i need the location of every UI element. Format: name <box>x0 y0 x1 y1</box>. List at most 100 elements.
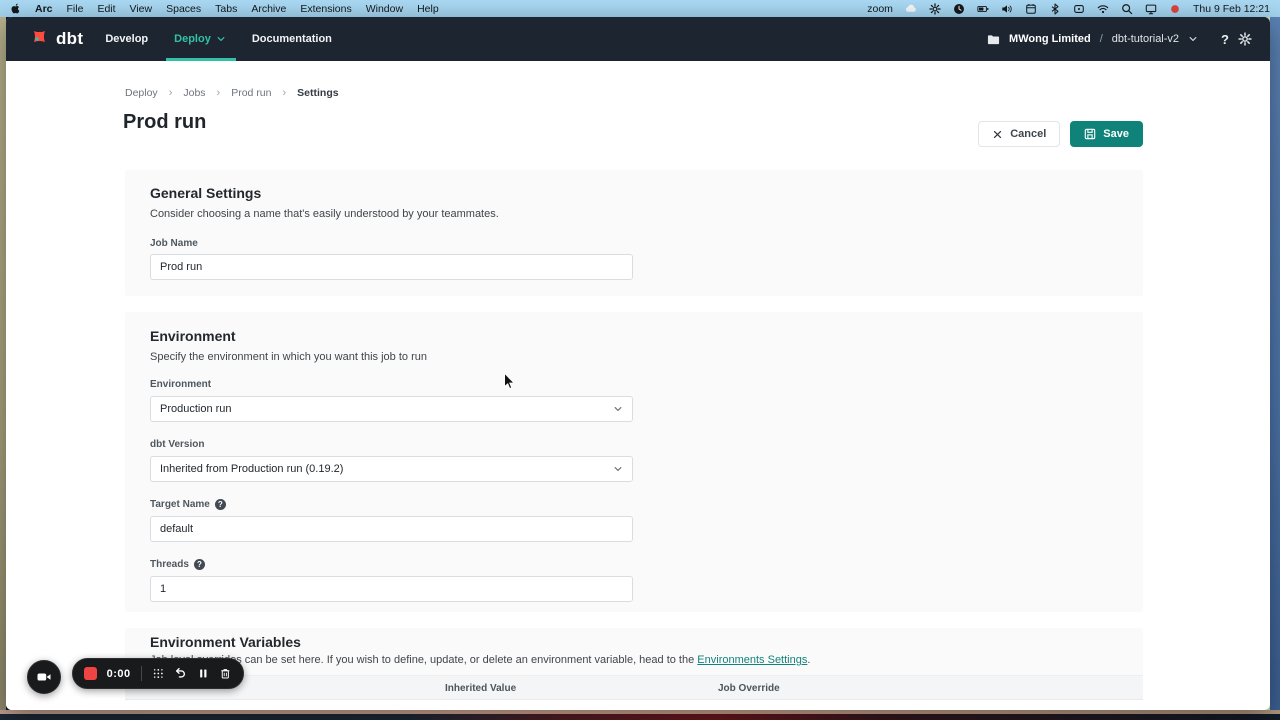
nav-item-develop[interactable]: Develop <box>105 17 148 61</box>
record-dot-icon[interactable] <box>1169 3 1181 15</box>
cancel-button[interactable]: Cancel <box>978 121 1060 147</box>
mouse-cursor <box>503 372 516 391</box>
pause-icon[interactable] <box>197 667 210 680</box>
drag-handle-icon[interactable] <box>152 667 165 680</box>
environment-variables-card: Environment Variables Job level override… <box>125 628 1143 710</box>
threads-label: Threads ? <box>150 559 205 570</box>
browser-window: dbt Develop Deploy Documentation MWong L… <box>6 17 1270 710</box>
menubar-app-name[interactable]: Arc <box>35 3 53 15</box>
menubar-item-edit[interactable]: Edit <box>97 3 115 15</box>
gear-icon[interactable] <box>929 3 941 15</box>
job-name-input[interactable]: Prod run <box>150 254 633 280</box>
menubar-item-help[interactable]: Help <box>417 3 439 15</box>
wifi-icon[interactable] <box>1097 3 1109 15</box>
header-actions: Cancel Save <box>978 121 1143 147</box>
chevron-down-icon[interactable] <box>1188 34 1198 44</box>
page-content: Deploy › Jobs › Prod run › Settings Prod… <box>6 61 1270 710</box>
recording-timer: 0:00 <box>107 668 131 680</box>
breadcrumb-chevron-icon: › <box>169 87 173 99</box>
dbt-version-select[interactable]: Inherited from Production run (0.19.2) <box>150 456 633 482</box>
environment-select-value: Production run <box>160 403 232 415</box>
threads-value: 1 <box>160 583 166 595</box>
breadcrumb: Deploy › Jobs › Prod run › Settings <box>125 87 339 99</box>
help-menu-button[interactable]: ? <box>1221 32 1229 47</box>
display-icon[interactable] <box>1145 3 1157 15</box>
menubar-item-window[interactable]: Window <box>366 3 403 15</box>
job-name-value: Prod run <box>160 261 202 273</box>
video-camera-icon <box>37 670 51 684</box>
chevron-down-icon <box>216 34 226 44</box>
settings-gear-icon[interactable] <box>1238 32 1252 46</box>
general-settings-card: General Settings Consider choosing a nam… <box>125 170 1143 296</box>
nav-item-documentation-label: Documentation <box>252 33 332 45</box>
environment-variables-title: Environment Variables <box>150 634 301 650</box>
dbt-brand-text: dbt <box>56 29 83 49</box>
breadcrumb-deploy[interactable]: Deploy <box>125 87 158 99</box>
environment-card: Environment Specify the environment in w… <box>125 312 1143 612</box>
environments-settings-link[interactable]: Environments Settings <box>697 654 807 666</box>
keyboard-icon[interactable] <box>1073 3 1085 15</box>
breadcrumb-jobs[interactable]: Jobs <box>183 87 205 99</box>
threads-input[interactable]: 1 <box>150 576 633 602</box>
camera-bubble-button[interactable] <box>27 660 61 694</box>
calendar-icon[interactable] <box>1025 3 1037 15</box>
restart-icon[interactable] <box>174 667 187 680</box>
menubar-item-spaces[interactable]: Spaces <box>166 3 201 15</box>
apple-icon[interactable] <box>10 3 21 14</box>
cloud-icon[interactable] <box>905 3 917 15</box>
help-icon[interactable]: ? <box>194 559 205 570</box>
account-project-separator: / <box>1100 33 1103 45</box>
clock-icon[interactable] <box>953 3 965 15</box>
menubar-item-extensions[interactable]: Extensions <box>300 3 351 15</box>
project-name[interactable]: dbt-tutorial-v2 <box>1112 33 1179 45</box>
volume-icon[interactable] <box>1001 3 1013 15</box>
env-vars-table-header: Inherited Value Job Override <box>125 675 1143 700</box>
save-button[interactable]: Save <box>1070 121 1143 147</box>
environment-variables-description: Job level overrides can be set here. If … <box>150 654 810 666</box>
dbt-version-label-text: dbt Version <box>150 439 204 450</box>
job-name-label-text: Job Name <box>150 238 198 249</box>
account-name[interactable]: MWong Limited <box>1009 33 1091 45</box>
target-name-input[interactable]: default <box>150 516 633 542</box>
general-settings-title: General Settings <box>150 185 261 201</box>
job-name-label: Job Name <box>150 238 198 249</box>
battery-icon[interactable] <box>977 3 989 15</box>
environment-description: Specify the environment in which you wan… <box>150 351 427 363</box>
dbt-logo-icon <box>24 26 50 52</box>
chevron-down-icon <box>613 464 623 474</box>
recorder-toolbar: 0:00 <box>72 658 244 689</box>
wallpaper-bottom-edge <box>0 714 1280 720</box>
breadcrumb-chevron-icon: › <box>217 87 221 99</box>
close-icon <box>992 129 1003 140</box>
nav-item-develop-label: Develop <box>105 33 148 45</box>
threads-label-text: Threads <box>150 559 189 570</box>
env-vars-description-suffix: . <box>807 654 810 666</box>
environment-title: Environment <box>150 328 236 344</box>
general-settings-description: Consider choosing a name that's easily u… <box>150 208 499 220</box>
dbt-logo[interactable]: dbt <box>24 26 83 52</box>
environment-select[interactable]: Production run <box>150 396 633 422</box>
menubar-item-archive[interactable]: Archive <box>251 3 286 15</box>
wallpaper-right-edge <box>1270 17 1280 713</box>
nav-item-deploy[interactable]: Deploy <box>174 17 226 61</box>
help-icon[interactable]: ? <box>215 499 226 510</box>
delete-recording-icon[interactable] <box>219 667 232 680</box>
stop-recording-button[interactable] <box>84 667 97 680</box>
cancel-button-label: Cancel <box>1010 128 1046 140</box>
breadcrumb-prod-run[interactable]: Prod run <box>231 87 271 99</box>
bluetooth-icon[interactable] <box>1049 3 1061 15</box>
menubar-status-zoom[interactable]: zoom <box>867 3 893 15</box>
dbt-version-label: dbt Version <box>150 439 204 450</box>
screen: Arc File Edit View Spaces Tabs Archive E… <box>0 0 1280 720</box>
menubar-item-view[interactable]: View <box>130 3 153 15</box>
breadcrumb-settings: Settings <box>297 87 338 99</box>
macos-menubar: Arc File Edit View Spaces Tabs Archive E… <box>0 0 1280 17</box>
menubar-item-file[interactable]: File <box>67 3 84 15</box>
save-icon <box>1084 128 1096 140</box>
menubar-item-tabs[interactable]: Tabs <box>215 3 237 15</box>
folder-icon <box>987 33 1000 46</box>
save-button-label: Save <box>1103 128 1129 140</box>
nav-item-documentation[interactable]: Documentation <box>252 17 332 61</box>
search-icon[interactable] <box>1121 3 1133 15</box>
breadcrumb-chevron-icon: › <box>283 87 287 99</box>
